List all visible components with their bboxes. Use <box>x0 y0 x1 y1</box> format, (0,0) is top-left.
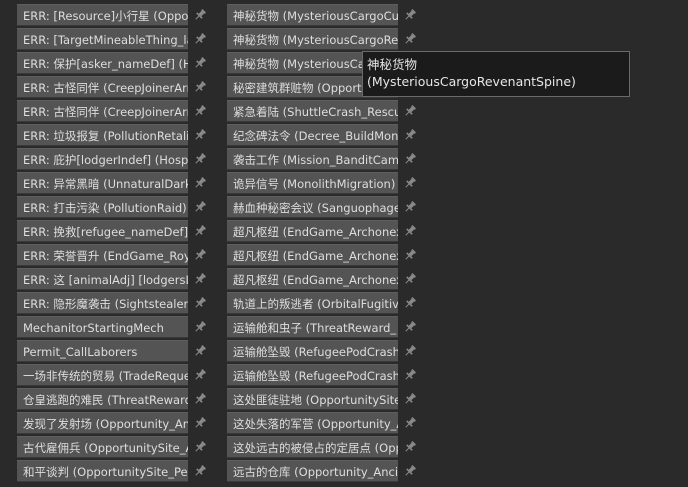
pin-icon[interactable] <box>403 440 417 454</box>
pin-icon[interactable] <box>193 344 207 358</box>
pin-icon[interactable] <box>403 416 417 430</box>
quest-button[interactable]: 运输舱坠毁 (RefugeePodCrash) <box>227 340 398 362</box>
quest-button[interactable]: ERR: 隐形魔袭击 (SightstealerArrival <box>17 292 188 314</box>
pin-icon[interactable] <box>193 32 207 46</box>
hover-tooltip: 神秘货物 (MysteriousCargoRevenantSpine) <box>362 51 630 97</box>
quest-button[interactable]: ERR: 古怪同伴 (CreepJoinerArrival <box>17 100 188 122</box>
quest-button[interactable]: 和平谈判 (OpportunitySite_PeaceTalks <box>17 460 188 482</box>
pin-icon[interactable] <box>403 176 417 190</box>
quest-button[interactable]: 发现了发射场 (Opportunity_AncientLaunch <box>17 412 188 434</box>
quest-button[interactable]: 神秘货物 (MysteriousCargoRevenant <box>227 28 398 50</box>
quest-button[interactable]: 仓皇逃跑的难民 (ThreatReward_ <box>17 388 188 410</box>
quest-button[interactable]: 古代雇佣兵 (OpportunitySite_Ancient <box>17 436 188 458</box>
pin-icon[interactable] <box>193 176 207 190</box>
quest-button[interactable]: ERR: 庇护[lodgerIndef] (Hospitality <box>17 148 188 170</box>
quest-button[interactable]: 紧急着陆 (ShuttleCrash_Rescue <box>227 100 398 122</box>
pin-icon[interactable] <box>193 200 207 214</box>
quest-button[interactable]: ERR: 古怪同伴 (CreepJoinerArrival <box>17 76 188 98</box>
quest-button[interactable]: 一场非传统的贸易 (TradeRequest <box>17 364 188 386</box>
quest-button[interactable]: 超凡枢纽 (EndGame_Archonexus <box>227 244 398 266</box>
quest-button[interactable]: ERR: 这 [animalAdj] [lodgersLabel <box>17 268 188 290</box>
pin-icon[interactable] <box>193 416 207 430</box>
pin-icon[interactable] <box>403 296 417 310</box>
quest-button[interactable]: Permit_CallLaborers <box>17 340 188 362</box>
quest-button[interactable]: 远古的仓库 (Opportunity_Ancient <box>227 460 398 482</box>
quest-button[interactable]: 轨道上的叛逃者 (OrbitalFugitive <box>227 292 398 314</box>
pin-icon[interactable] <box>403 272 417 286</box>
quest-button[interactable]: ERR: [Resource]小行星 (OpportunitySite_ <box>17 4 188 26</box>
pin-icon[interactable] <box>193 8 207 22</box>
pin-icon[interactable] <box>403 224 417 238</box>
quest-button[interactable]: 神秘货物 (MysteriousCargoCube <box>227 4 398 26</box>
pin-icon[interactable] <box>193 248 207 262</box>
quest-button[interactable]: MechanitorStartingMech <box>17 316 188 338</box>
quest-button[interactable]: 纪念碑法令 (Decree_BuildMonument <box>227 124 398 146</box>
pin-icon[interactable] <box>403 320 417 334</box>
pin-icon[interactable] <box>403 344 417 358</box>
quest-button[interactable]: 超凡枢纽 (EndGame_Archonexus <box>227 268 398 290</box>
tooltip-defname: (MysteriousCargoRevenantSpine) <box>367 74 576 89</box>
pin-icon[interactable] <box>403 128 417 142</box>
pin-icon[interactable] <box>193 440 207 454</box>
quest-button[interactable]: 诡异信号 (MonolithMigration) <box>227 172 398 194</box>
pin-icon[interactable] <box>403 8 417 22</box>
quest-button[interactable]: ERR: 挽救[refugee_nameDef] (Hos <box>17 220 188 242</box>
quest-button[interactable]: 这处远古的被侵占的定居点 (Opp <box>227 436 398 458</box>
pin-icon[interactable] <box>193 296 207 310</box>
pin-icon[interactable] <box>193 128 207 142</box>
quest-button[interactable]: ERR: [TargetMineableThing_label <box>17 28 188 50</box>
tooltip-title: 神秘货物 <box>367 57 418 72</box>
quest-button[interactable]: ERR: 垃圾报复 (PollutionRetaliation <box>17 124 188 146</box>
quest-button[interactable]: 运输舱和虫子 (ThreatReward_ <box>227 316 398 338</box>
quest-button[interactable]: 赫血种秘密会议 (Sanguophage <box>227 196 398 218</box>
quest-button[interactable]: 运输舱坠毁 (RefugeePodCrash_ <box>227 364 398 386</box>
quest-button[interactable]: ERR: 荣誉晋升 (EndGame_RoyalAscent <box>17 244 188 266</box>
quest-button[interactable]: 超凡枢纽 (EndGame_Archonexus <box>227 220 398 242</box>
pin-icon[interactable] <box>403 464 417 478</box>
pin-icon[interactable] <box>403 392 417 406</box>
pin-icon[interactable] <box>403 152 417 166</box>
quest-button[interactable]: 这处匪徒驻地 (OpportunitySite_ <box>227 388 398 410</box>
pin-icon[interactable] <box>403 104 417 118</box>
pin-icon[interactable] <box>193 464 207 478</box>
pin-icon[interactable] <box>403 248 417 262</box>
quest-button[interactable]: ERR: 保护[asker_nameDef] (Hospitality <box>17 52 188 74</box>
pin-icon[interactable] <box>403 32 417 46</box>
pin-icon[interactable] <box>193 368 207 382</box>
pin-icon[interactable] <box>403 368 417 382</box>
quest-button[interactable]: ERR: 打击污染 (PollutionRaid) <box>17 196 188 218</box>
quest-button[interactable]: 这处失落的军营 (Opportunity_Ancient <box>227 412 398 434</box>
pin-icon[interactable] <box>193 80 207 94</box>
pin-icon[interactable] <box>193 272 207 286</box>
pin-icon[interactable] <box>193 392 207 406</box>
pin-icon[interactable] <box>193 104 207 118</box>
pin-icon[interactable] <box>193 320 207 334</box>
pin-icon[interactable] <box>193 152 207 166</box>
pin-icon[interactable] <box>193 56 207 70</box>
quest-button[interactable]: 袭击工作 (Mission_BanditCamp <box>227 148 398 170</box>
pin-icon[interactable] <box>403 200 417 214</box>
quest-button[interactable]: ERR: 异常黑暗 (UnnaturalDarkness <box>17 172 188 194</box>
pin-icon[interactable] <box>193 224 207 238</box>
